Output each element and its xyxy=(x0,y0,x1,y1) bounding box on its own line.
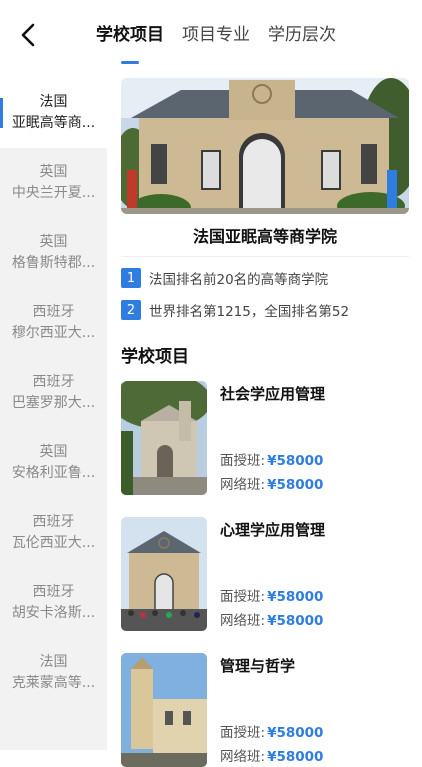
program-name: 社会学应用管理 xyxy=(220,385,326,403)
sidebar-item-country: 英国 xyxy=(39,444,68,460)
divider xyxy=(121,256,409,257)
sidebar-item-country: 西班牙 xyxy=(32,514,75,530)
feature-text: 法国排名前20名的高等商学院 xyxy=(149,272,329,288)
online-price-value: ¥58000 xyxy=(267,613,324,629)
school-detail: 法国亚眠高等商学院 1 法国排名前20名的高等商学院 2 世界排名第1215，全… xyxy=(121,78,409,767)
face-price-row: 面授班: ¥58000 xyxy=(220,585,323,605)
sidebar-item-name: 巴塞罗那大... xyxy=(11,395,96,411)
feature-item: 2 世界排名第1215，全国排名第52 xyxy=(121,299,409,321)
online-price-value: ¥58000 xyxy=(267,477,324,493)
sidebar-item-school[interactable]: 西班牙 瓦伦西亚大... xyxy=(0,498,107,568)
sidebar-item-country: 西班牙 xyxy=(32,584,75,600)
online-price-label: 网络班: xyxy=(220,613,266,629)
feature-number-badge: 2 xyxy=(121,300,141,320)
feature-number-badge: 1 xyxy=(121,268,141,288)
sidebar-item-school[interactable]: 西班牙 巴塞罗那大... xyxy=(0,358,107,428)
programs-section-title: 学校项目 xyxy=(121,347,189,367)
online-price-row: 网络班: ¥58000 xyxy=(220,609,323,629)
sidebar-item-name: 胡安卡洛斯... xyxy=(11,605,96,621)
feature-item: 1 法国排名前20名的高等商学院 xyxy=(121,267,409,289)
program-info: 心理学应用管理 面授班: ¥58000 网络班: ¥58000 xyxy=(220,517,409,631)
school-hero-image xyxy=(121,78,409,214)
tab-degree-levels[interactable]: 学历层次 xyxy=(268,22,336,48)
online-price-row: 网络班: ¥58000 xyxy=(220,745,323,765)
program-card[interactable]: 心理学应用管理 面授班: ¥58000 网络班: ¥58000 xyxy=(121,517,409,631)
sidebar-item-school[interactable]: 法国 亚眠高等商... xyxy=(0,78,107,148)
face-price-value: ¥58000 xyxy=(267,453,324,469)
sidebar-item-name: 中央兰开夏... xyxy=(11,185,96,201)
sidebar-item-country: 法国 xyxy=(39,94,68,110)
sidebar-item-country: 英国 xyxy=(39,234,68,250)
header: 学校项目 项目专业 学历层次 xyxy=(0,0,422,66)
sidebar-item-name: 瓦伦西亚大... xyxy=(11,535,96,551)
face-price-value: ¥58000 xyxy=(267,725,324,741)
tab-school-programs[interactable]: 学校项目 xyxy=(96,22,164,48)
face-price-row: 面授班: ¥58000 xyxy=(220,449,323,469)
sidebar-item-name: 格鲁斯特郡... xyxy=(11,255,96,271)
face-price-label: 面授班: xyxy=(220,589,266,605)
online-price-label: 网络班: xyxy=(220,477,266,493)
school-sidebar: 法国 亚眠高等商... 英国 中央兰开夏... 英国 格鲁斯特郡... 西班牙 … xyxy=(0,78,107,750)
back-arrow-icon[interactable] xyxy=(14,20,44,50)
sidebar-item-school[interactable]: 英国 中央兰开夏... xyxy=(0,148,107,218)
program-name: 管理与哲学 xyxy=(220,657,296,675)
online-price-value: ¥58000 xyxy=(267,749,324,765)
school-name: 法国亚眠高等商学院 xyxy=(192,227,337,246)
sidebar-item-country: 英国 xyxy=(39,164,68,180)
face-price-label: 面授班: xyxy=(220,453,266,469)
program-image xyxy=(121,381,207,495)
program-card[interactable]: 社会学应用管理 面授班: ¥58000 网络班: ¥58000 xyxy=(121,381,409,495)
face-price-row: 面授班: ¥58000 xyxy=(220,721,323,741)
face-price-label: 面授班: xyxy=(220,725,266,741)
program-name: 心理学应用管理 xyxy=(220,521,326,539)
sidebar-item-school[interactable]: 西班牙 胡安卡洛斯... xyxy=(0,568,107,638)
sidebar-item-country: 西班牙 xyxy=(32,304,75,320)
sidebar-item-country: 西班牙 xyxy=(32,374,75,390)
sidebar-item-country: 法国 xyxy=(39,654,68,670)
sidebar-item-name: 穆尔西亚大... xyxy=(11,325,96,341)
online-price-row: 网络班: ¥58000 xyxy=(220,473,323,493)
online-price-label: 网络班: xyxy=(220,749,266,765)
program-image xyxy=(121,517,207,631)
sidebar-item-name: 亚眠高等商... xyxy=(11,115,96,131)
tab-bar: 学校项目 项目专业 学历层次 xyxy=(96,22,354,48)
sidebar-item-school[interactable]: 英国 格鲁斯特郡... xyxy=(0,218,107,288)
program-info: 社会学应用管理 面授班: ¥58000 网络班: ¥58000 xyxy=(220,381,409,495)
sidebar-item-school[interactable]: 西班牙 穆尔西亚大... xyxy=(0,288,107,358)
sidebar-item-school[interactable]: 法国 克莱蒙高等... xyxy=(0,638,107,708)
face-price-value: ¥58000 xyxy=(267,589,324,605)
sidebar-item-name: 克莱蒙高等... xyxy=(11,675,96,691)
sidebar-item-name: 安格利亚鲁... xyxy=(11,465,96,481)
feature-text: 世界排名第1215，全国排名第52 xyxy=(149,304,350,320)
tab-majors[interactable]: 项目专业 xyxy=(182,22,250,48)
sidebar-item-school[interactable]: 英国 安格利亚鲁... xyxy=(0,428,107,498)
